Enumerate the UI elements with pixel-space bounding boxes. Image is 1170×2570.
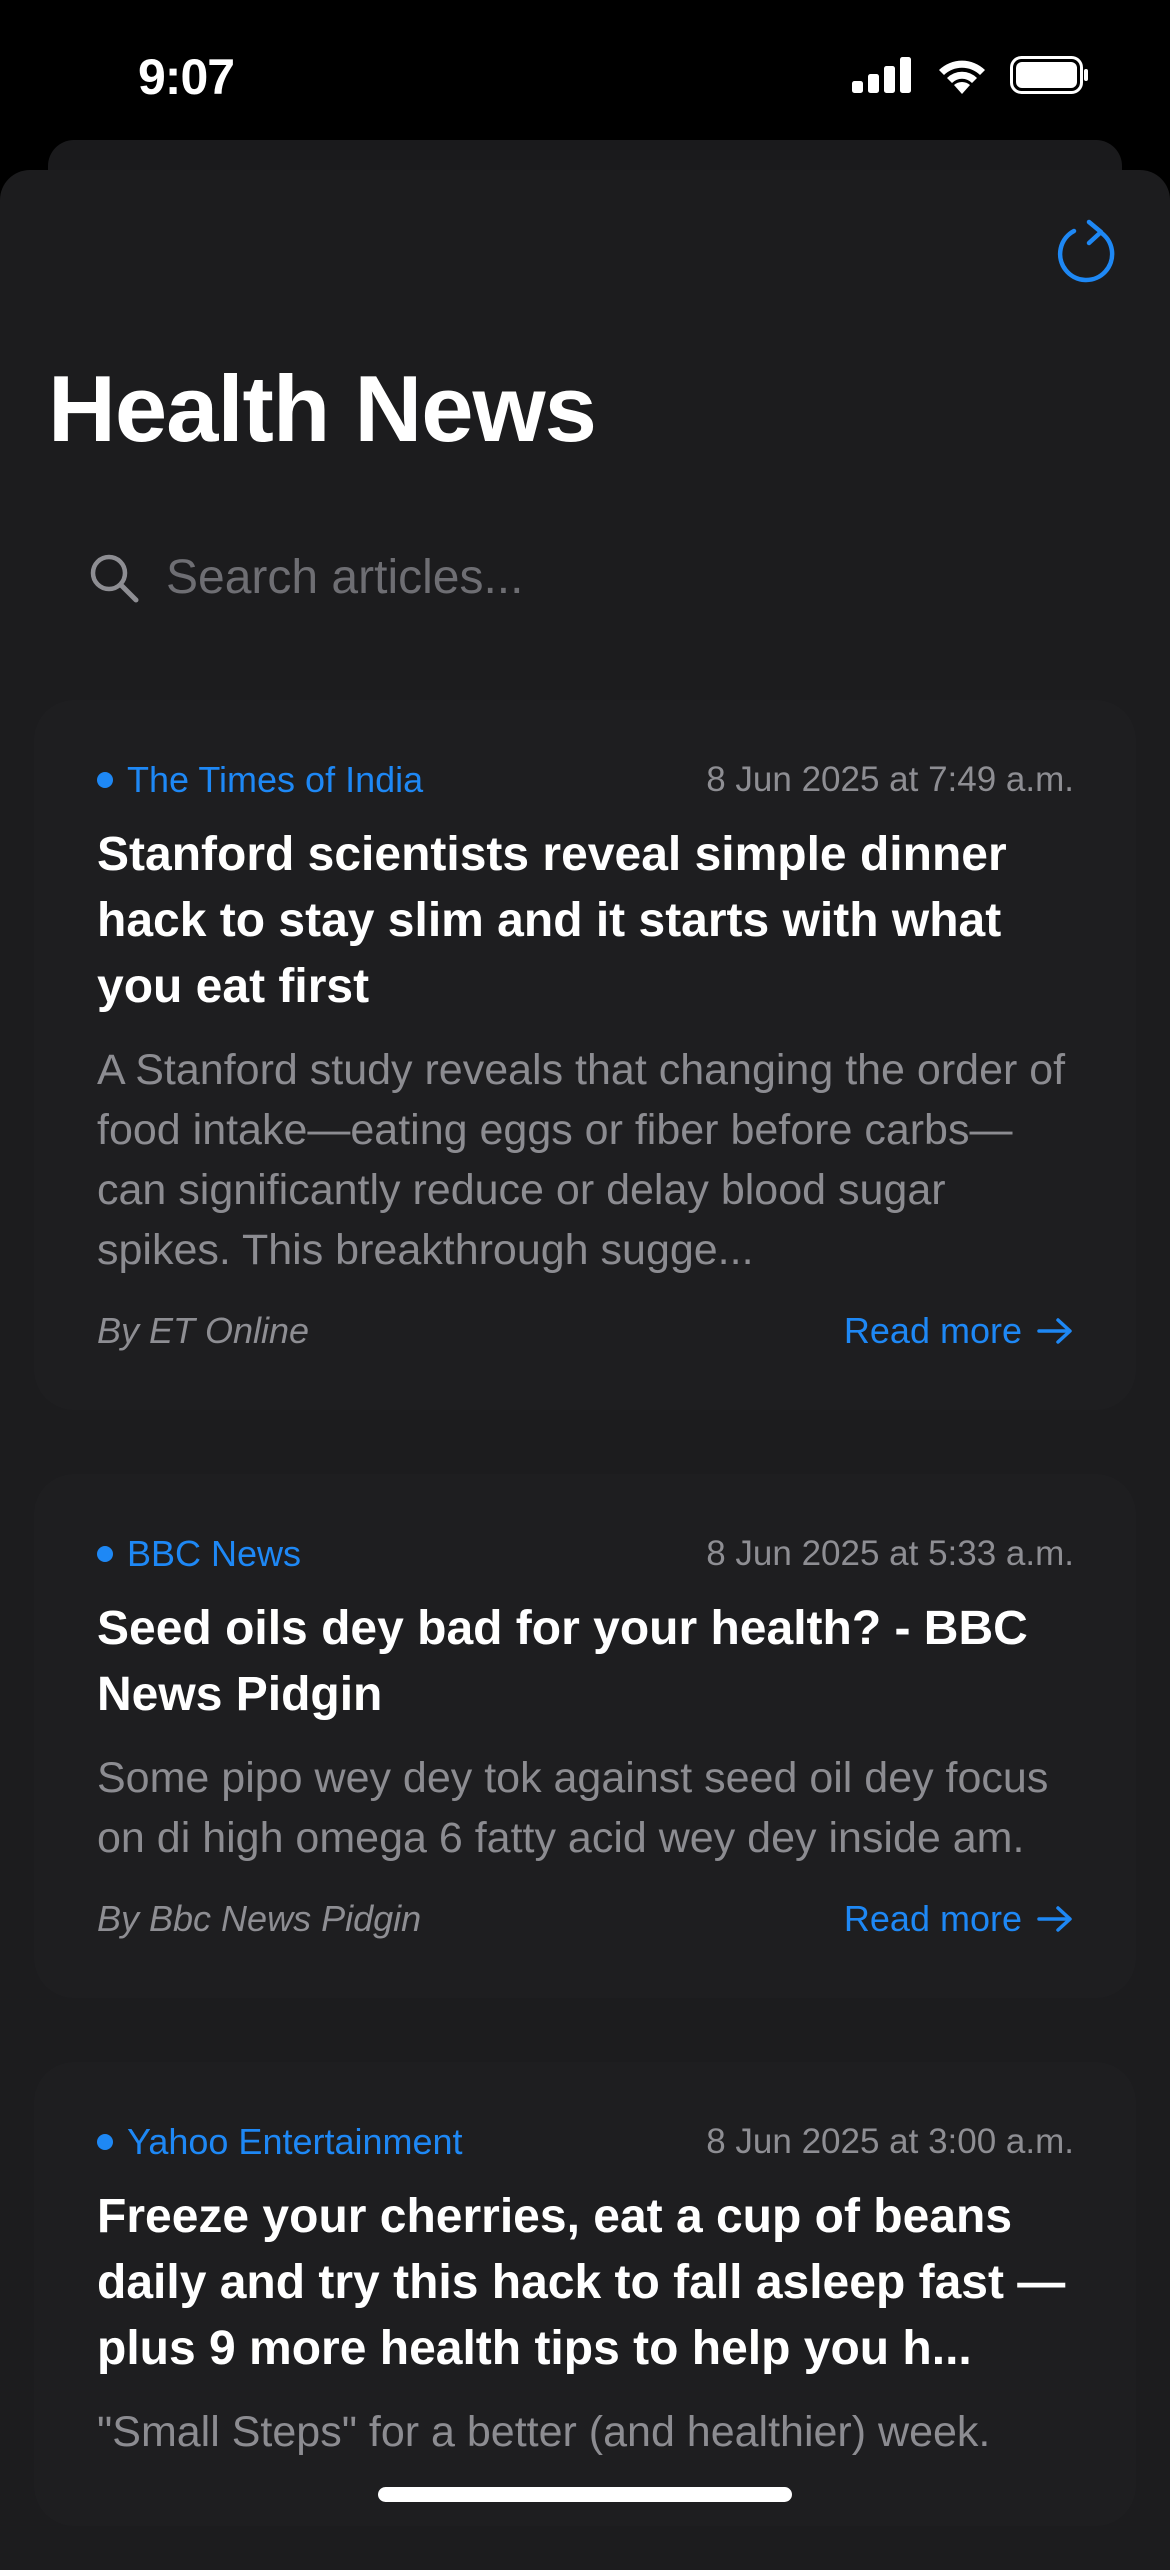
source-dot-icon bbox=[97, 772, 113, 788]
source-dot-icon bbox=[97, 1546, 113, 1562]
article-source: Yahoo Entertainment bbox=[97, 2121, 463, 2163]
article-card[interactable]: BBC News 8 Jun 2025 at 5:33 a.m. Seed oi… bbox=[34, 1474, 1136, 1998]
arrow-right-icon bbox=[1037, 1318, 1072, 1344]
article-list: The Times of India 8 Jun 2025 at 7:49 a.… bbox=[34, 700, 1136, 2570]
article-headline[interactable]: Seed oils dey bad for your health? - BBC… bbox=[97, 1596, 1074, 1728]
source-name: Yahoo Entertainment bbox=[127, 2121, 463, 2162]
home-indicator[interactable] bbox=[378, 2487, 792, 2502]
search-bar[interactable] bbox=[88, 550, 966, 605]
article-footer: By ET Online Read more bbox=[97, 1298, 1074, 1364]
article-author: By ET Online bbox=[97, 1310, 310, 1351]
source-name: BBC News bbox=[127, 1533, 302, 1574]
read-more-label: Read more bbox=[843, 1310, 1022, 1351]
article-card[interactable]: Yahoo Entertainment 8 Jun 2025 at 3:00 a… bbox=[34, 2062, 1136, 2526]
article-date: 8 Jun 2025 at 3:00 a.m. bbox=[706, 2122, 1074, 2161]
search-input[interactable] bbox=[166, 550, 966, 605]
article-date: 8 Jun 2025 at 5:33 a.m. bbox=[706, 1534, 1074, 1573]
article-source: BBC News bbox=[97, 1533, 301, 1575]
source-dot-icon bbox=[97, 2134, 113, 2150]
page-title: Health News bbox=[48, 356, 597, 461]
article-meta: BBC News 8 Jun 2025 at 5:33 a.m. bbox=[97, 1524, 1074, 1584]
article-author: By Bbc News Pidgin bbox=[97, 1898, 422, 1939]
arrow-right-icon bbox=[1037, 1906, 1072, 1932]
article-summary: Some pipo wey dey tok against seed oil d… bbox=[97, 1754, 1049, 1862]
read-more-link[interactable]: Read more bbox=[844, 1898, 1074, 1940]
read-more-label: Read more bbox=[843, 1898, 1022, 1939]
news-sheet: Health News The Times of India 8 Jun 202… bbox=[0, 170, 1170, 2570]
refresh-icon bbox=[1057, 219, 1115, 283]
refresh-button[interactable] bbox=[1052, 218, 1122, 288]
status-icons bbox=[852, 56, 1090, 94]
article-date: 8 Jun 2025 at 7:49 a.m. bbox=[706, 760, 1074, 799]
article-headline[interactable]: Freeze your cherries, eat a cup of beans… bbox=[97, 2184, 1074, 2382]
wifi-icon bbox=[939, 60, 985, 94]
article-footer: By Bbc News Pidgin Read more bbox=[97, 1886, 1074, 1952]
read-more-link[interactable]: Read more bbox=[844, 1310, 1074, 1352]
article-summary: A Stanford study reveals that changing t… bbox=[97, 1046, 1066, 1274]
battery-icon bbox=[1010, 56, 1088, 94]
status-time: 9:07 bbox=[138, 49, 235, 105]
search-icon bbox=[88, 552, 140, 604]
cellular-signal-icon bbox=[852, 57, 911, 93]
article-meta: Yahoo Entertainment 8 Jun 2025 at 3:00 a… bbox=[97, 2112, 1074, 2172]
article-summary: "Small Steps" for a better (and healthie… bbox=[97, 2408, 991, 2456]
article-meta: The Times of India 8 Jun 2025 at 7:49 a.… bbox=[97, 750, 1074, 810]
article-card[interactable]: The Times of India 8 Jun 2025 at 7:49 a.… bbox=[34, 700, 1136, 1410]
article-source: The Times of India bbox=[97, 759, 423, 801]
status-bar: 9:07 bbox=[0, 0, 1170, 160]
source-name: The Times of India bbox=[127, 759, 424, 800]
article-headline[interactable]: Stanford scientists reveal simple dinner… bbox=[97, 822, 1074, 1020]
